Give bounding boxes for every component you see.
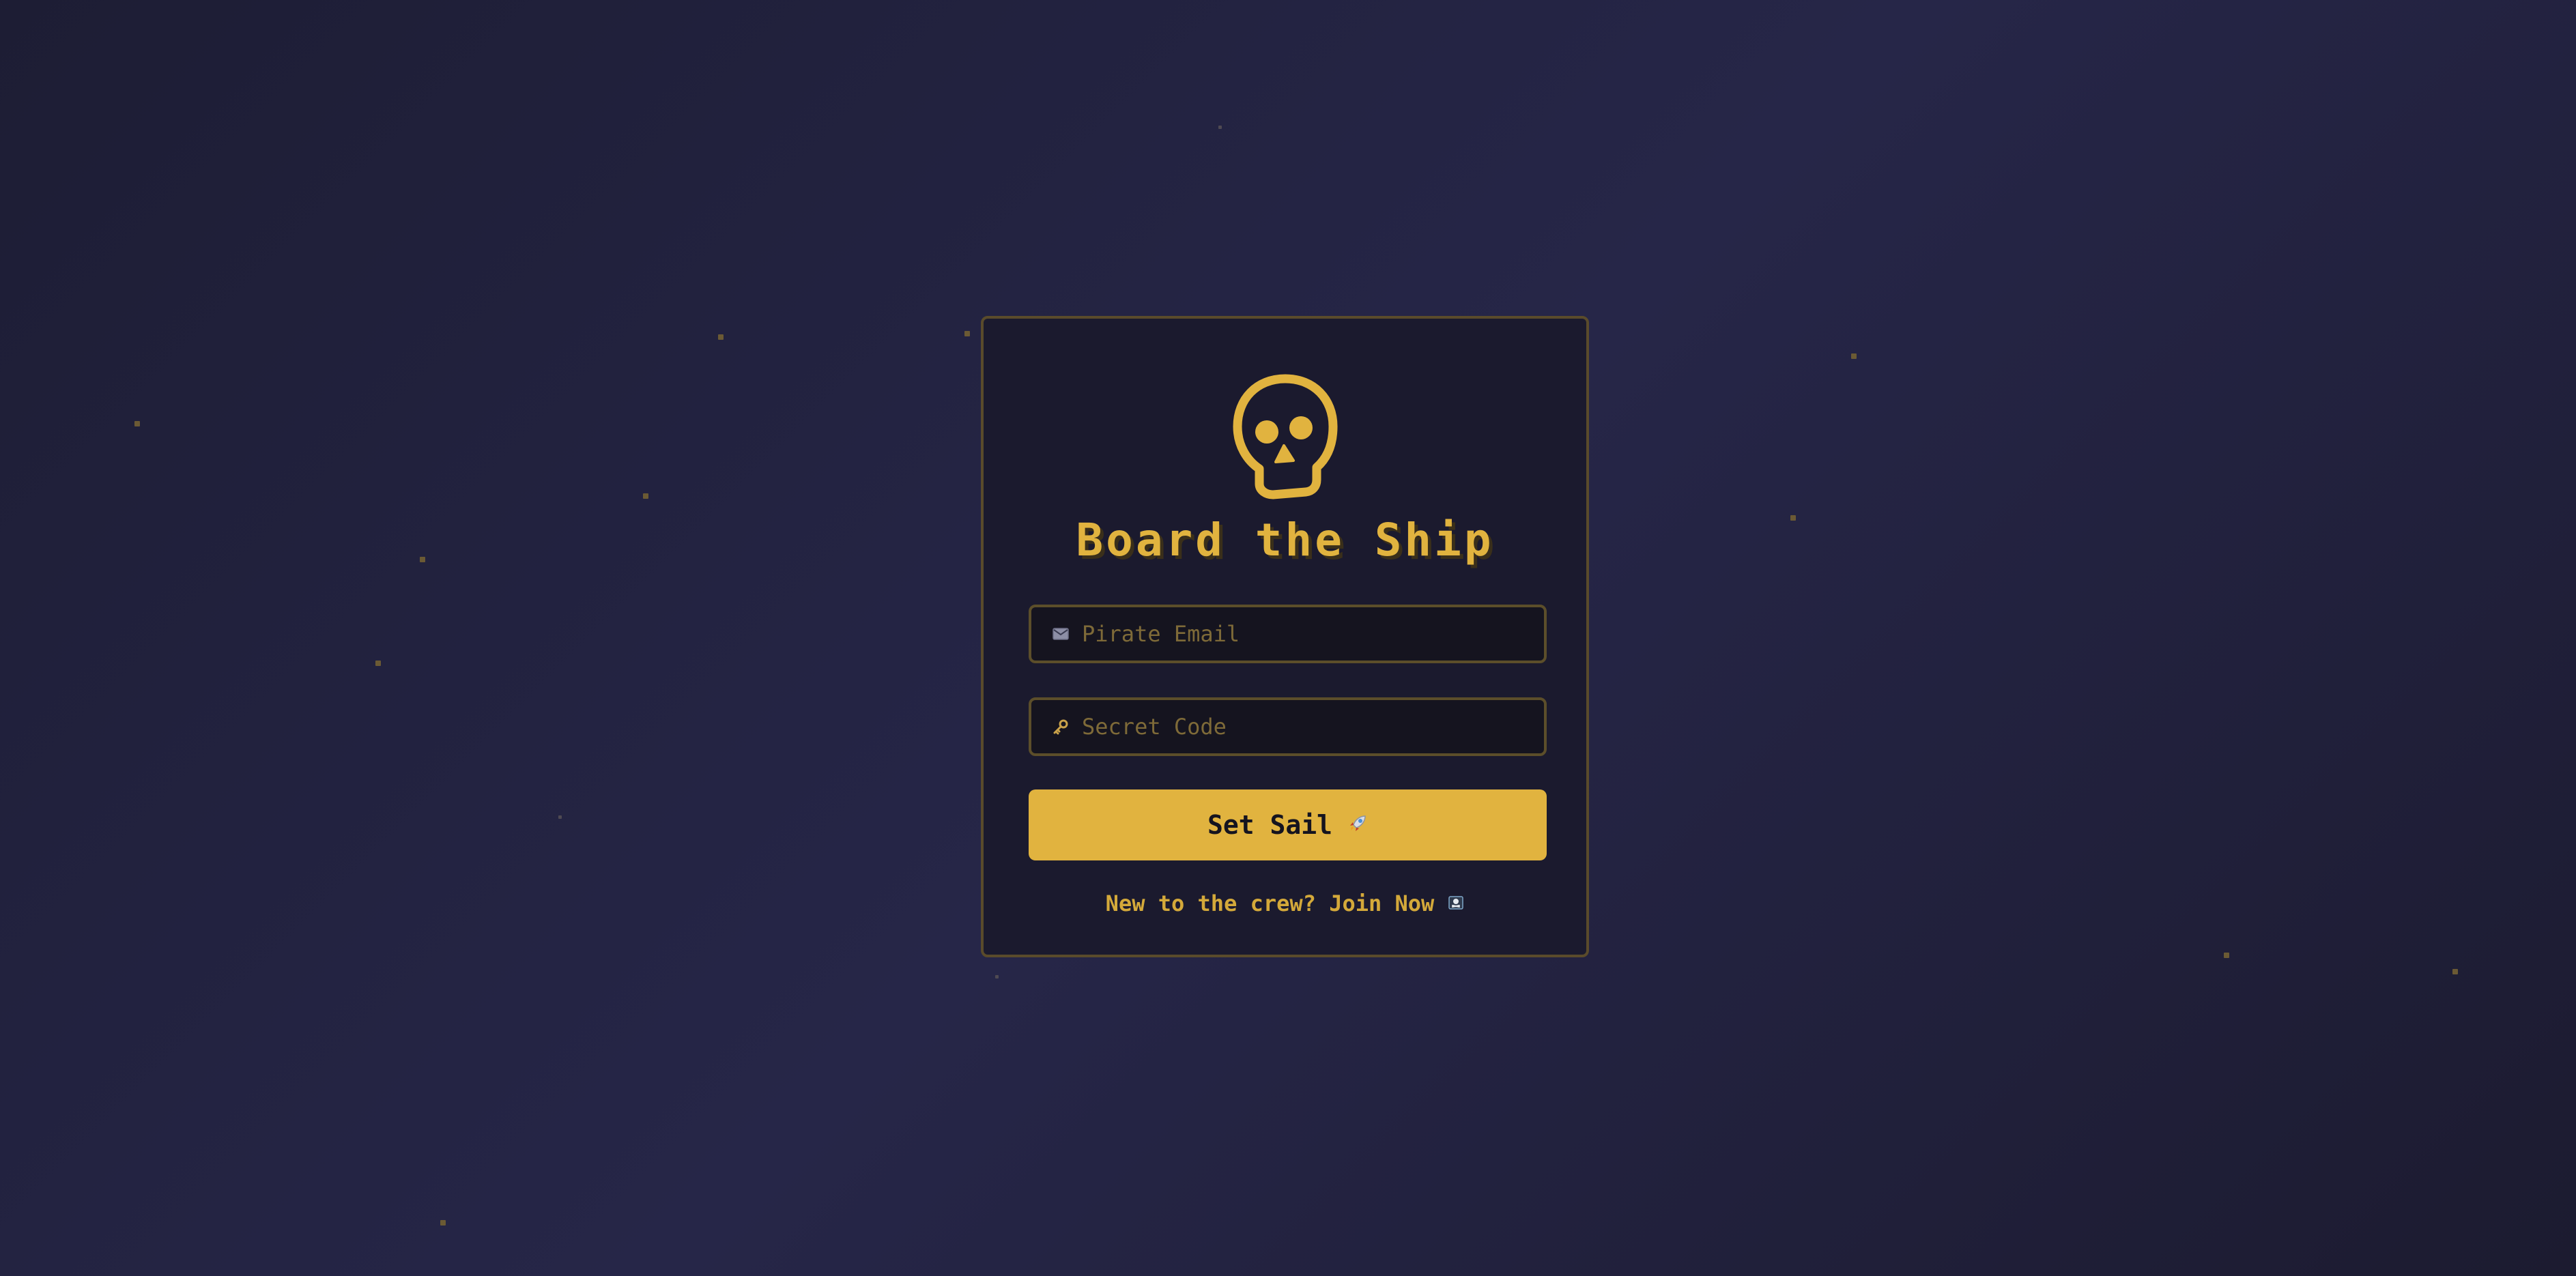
skull-icon — [1231, 373, 1340, 503]
logo — [984, 373, 1586, 503]
join-now-link[interactable]: New to the crew? Join Now — [1106, 890, 1435, 916]
background-star — [420, 557, 425, 562]
background-star — [995, 975, 999, 978]
email-field-wrapper — [1029, 605, 1547, 663]
email-input[interactable] — [1082, 621, 1519, 647]
background-star — [2452, 969, 2458, 974]
password-input[interactable] — [1082, 714, 1519, 740]
background-star — [1790, 515, 1796, 521]
pirate-flag-icon — [1448, 890, 1464, 916]
set-sail-button[interactable]: Set Sail — [1029, 789, 1547, 860]
rocket-icon — [1347, 810, 1368, 840]
signup-prompt: New to the crew? Join Now — [984, 890, 1586, 916]
password-field-wrapper — [1029, 697, 1547, 756]
background-star — [643, 493, 648, 499]
page-title: Board the Ship — [1076, 514, 1494, 566]
set-sail-label: Set Sail — [1207, 810, 1333, 840]
background-star — [134, 421, 140, 426]
background-star — [440, 1220, 446, 1226]
background-star — [1218, 126, 1222, 129]
background-star — [558, 815, 562, 819]
background-star — [375, 661, 381, 666]
background-star — [1851, 353, 1857, 359]
key-icon — [1052, 718, 1070, 736]
background-star — [964, 331, 970, 336]
background-star — [718, 334, 724, 340]
background-star — [2224, 953, 2229, 958]
login-card: Board the Ship Set Sail — [981, 316, 1589, 957]
envelope-icon — [1052, 625, 1070, 643]
